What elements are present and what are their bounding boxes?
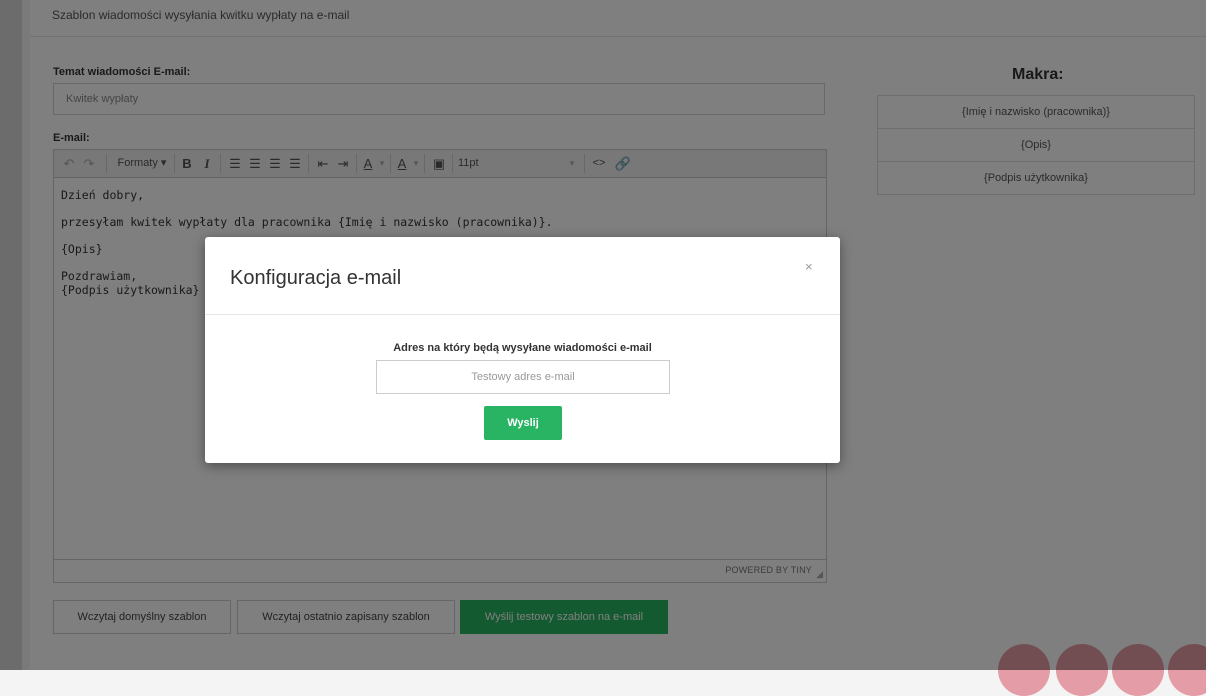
email-config-modal: Konfiguracja e-mail × Adres na który będ… (205, 237, 840, 463)
close-icon[interactable]: × (805, 259, 813, 274)
modal-divider (205, 314, 840, 315)
test-email-input[interactable] (376, 360, 670, 394)
send-button[interactable]: Wyslij (484, 406, 562, 440)
test-email-label: Adres na który będą wysyłane wiadomości … (393, 342, 652, 354)
modal-title: Konfiguracja e-mail (230, 267, 402, 289)
